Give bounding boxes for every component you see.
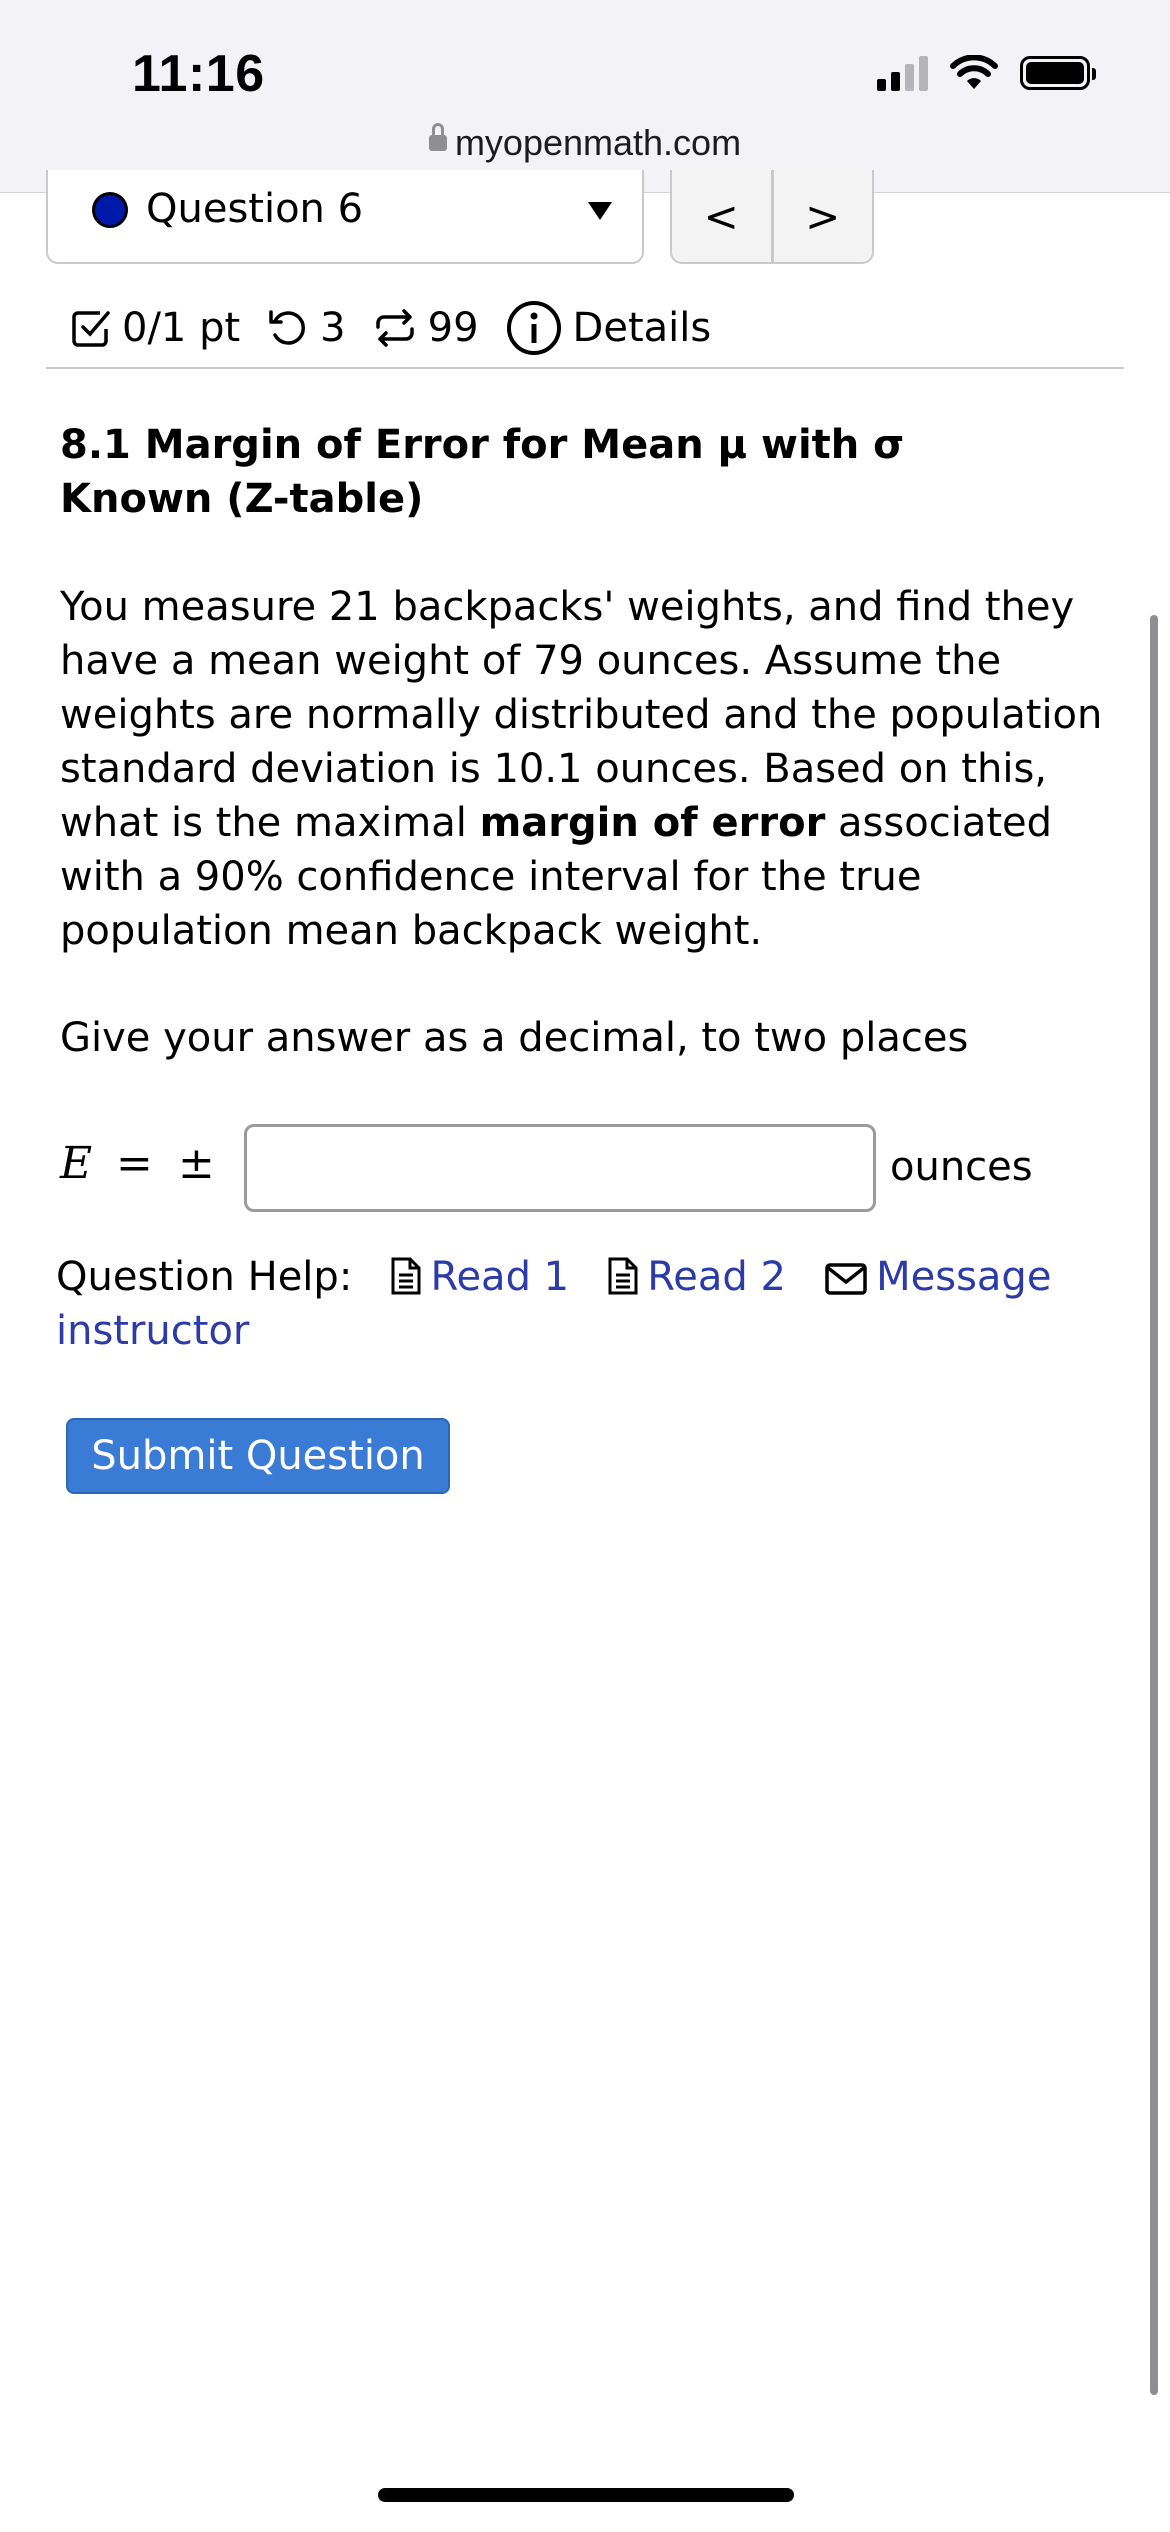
question-selector-label: Question 6 [146, 186, 364, 232]
points-text: 0/1 pt [122, 305, 241, 351]
previous-question-button[interactable]: < [672, 170, 771, 262]
home-indicator[interactable] [378, 2488, 794, 2502]
url-text: myopenmath.com [454, 122, 742, 163]
status-icons [877, 55, 1096, 91]
equals-sign: = [116, 1138, 153, 1189]
question-text: You measure 21 backpacks' weights, and f… [60, 580, 1120, 958]
url-bar[interactable]: myopenmath.com [0, 122, 1170, 164]
checkbox-icon [72, 311, 110, 347]
question-title: 8.1 Margin of Error for Mean μ with σ Kn… [60, 422, 905, 522]
question-text-emphasis: margin of error [479, 800, 826, 846]
details-link[interactable]: Details [505, 299, 712, 357]
question-meta: 0/1 pt 3 99 Details [70, 296, 737, 360]
read-2-label: Read 2 [647, 1254, 786, 1300]
cellular-signal-icon [877, 55, 928, 91]
browser-chrome: 11:16 myopenmath.com [0, 0, 1170, 193]
read-1-link[interactable]: Read 1 [390, 1254, 569, 1300]
answer-row: E = ± ounces [60, 1124, 1120, 1212]
question-help-label: Question Help: [56, 1254, 353, 1300]
retry-icon [269, 310, 306, 345]
details-label: Details [572, 305, 712, 351]
caret-down-icon [588, 202, 612, 220]
question-selector[interactable]: Question 6 [46, 170, 644, 264]
document-icon [608, 1257, 638, 1295]
retries-count: 3 [320, 305, 346, 351]
scrollbar[interactable] [1150, 615, 1158, 2395]
info-icon [506, 301, 561, 355]
submit-question-button[interactable]: Submit Question [66, 1418, 450, 1494]
read-1-label: Read 1 [430, 1254, 570, 1300]
wifi-icon [950, 55, 998, 89]
next-question-button[interactable]: > [770, 170, 873, 262]
plus-minus-sign: ± [178, 1138, 215, 1189]
divider [46, 367, 1124, 369]
points-info: 0/1 pt [70, 305, 240, 351]
answer-variable: E [60, 1138, 93, 1189]
question-status-dot-icon [92, 192, 128, 228]
answer-unit: ounces [890, 1144, 1033, 1190]
document-icon [391, 1257, 421, 1295]
regens-count: 99 [427, 305, 479, 351]
battery-icon [1020, 56, 1096, 90]
question-help: Question Help: Read 1 Read 2 Message ins… [56, 1250, 1116, 1358]
regenerate-icon [375, 309, 414, 347]
answer-instruction: Give your answer as a decimal, to two pl… [60, 1015, 969, 1061]
read-2-link[interactable]: Read 2 [607, 1254, 786, 1300]
lock-icon [428, 123, 447, 152]
status-time: 11:16 [132, 45, 265, 103]
question-nav-buttons: < > [670, 170, 874, 264]
retries-info: 3 [266, 305, 346, 351]
envelope-icon [825, 1263, 867, 1295]
regens-info: 99 [372, 305, 479, 351]
answer-input[interactable] [244, 1124, 876, 1212]
